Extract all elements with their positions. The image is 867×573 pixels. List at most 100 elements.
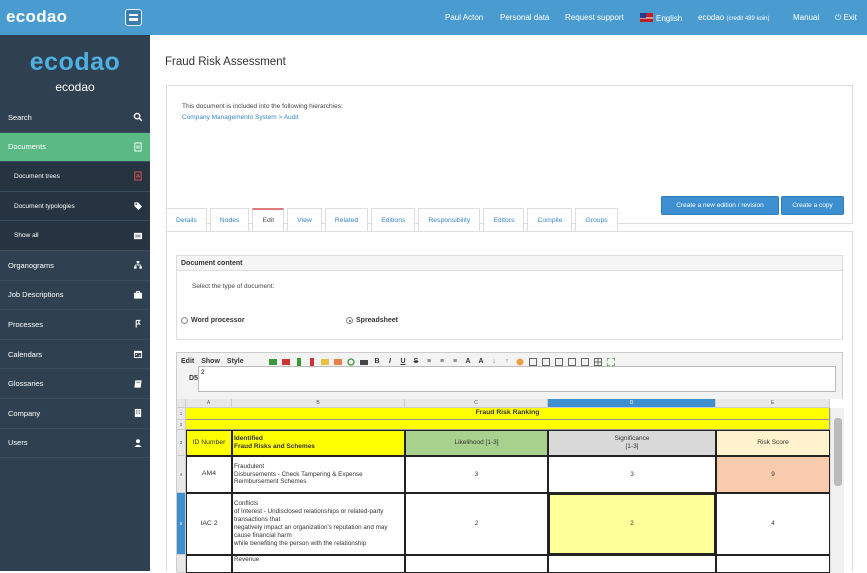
- row-header[interactable]: [177, 555, 186, 573]
- data-cell-risk[interactable]: Revenue: [232, 555, 405, 573]
- border-right-icon[interactable]: [581, 357, 589, 366]
- tab-view[interactable]: View: [287, 208, 322, 231]
- tab-editions[interactable]: Editions: [371, 208, 416, 231]
- tab-compile[interactable]: Compile: [527, 208, 573, 231]
- header-cell-likelihood[interactable]: Likelihood [1-3]: [405, 430, 548, 456]
- border-left-icon[interactable]: [568, 357, 576, 366]
- tab-groups[interactable]: Groups: [575, 208, 618, 231]
- scrollbar-thumb[interactable]: [834, 418, 842, 486]
- fullscreen-icon[interactable]: [607, 357, 615, 366]
- print-icon[interactable]: [360, 358, 368, 366]
- header-cell-id[interactable]: ID Number: [186, 430, 232, 456]
- font-smaller-icon[interactable]: A: [464, 358, 472, 366]
- row-header[interactable]: 1: [177, 408, 186, 420]
- column-header[interactable]: C: [405, 399, 548, 408]
- align-right-icon[interactable]: ≡: [451, 358, 459, 366]
- insert-column-icon[interactable]: [295, 357, 303, 366]
- personal-data-link[interactable]: Personal data: [500, 13, 549, 22]
- tab-details[interactable]: Details: [166, 208, 207, 231]
- hierarchy-link[interactable]: Company Managemento System > Audit: [182, 114, 299, 121]
- data-cell-risk-score[interactable]: 4: [716, 493, 830, 555]
- row-header[interactable]: 2: [177, 420, 186, 430]
- data-cell-likelihood[interactable]: 2: [405, 493, 548, 555]
- menu-style[interactable]: Style: [227, 358, 244, 365]
- request-support-link[interactable]: Request support: [565, 13, 624, 22]
- align-center-icon[interactable]: ≡: [438, 358, 446, 366]
- sort-up-icon[interactable]: ↑: [503, 358, 511, 366]
- sidebar-item-search[interactable]: Search: [0, 103, 150, 133]
- data-cell-significance[interactable]: [548, 555, 716, 573]
- sidebar-item-company[interactable]: Company: [0, 399, 150, 429]
- create-copy-button[interactable]: Create a copy: [781, 196, 844, 215]
- selected-cell[interactable]: 2: [548, 493, 716, 555]
- tab-related[interactable]: Related: [324, 208, 369, 231]
- row-header[interactable]: 5: [177, 493, 186, 555]
- exit-link[interactable]: ⏻ Exit: [835, 13, 857, 23]
- image-icon[interactable]: [334, 358, 342, 366]
- sidebar-item-show-all[interactable]: Show all: [0, 221, 150, 251]
- menu-edit[interactable]: Edit: [181, 358, 194, 365]
- tab-responsibility[interactable]: Responsibility: [418, 208, 481, 231]
- spreadsheet-radio[interactable]: Spreadsheet: [346, 317, 398, 324]
- underline-icon[interactable]: U: [399, 358, 407, 366]
- column-header[interactable]: D: [548, 399, 716, 408]
- column-header[interactable]: A: [186, 399, 232, 408]
- language-selector[interactable]: English: [640, 13, 682, 23]
- user-name-link[interactable]: Paul Acton: [445, 13, 483, 22]
- data-cell-risk-score[interactable]: 9: [716, 456, 830, 493]
- row-header[interactable]: 3: [177, 430, 186, 456]
- color-palette-icon[interactable]: [516, 358, 524, 366]
- data-cell-risk[interactable]: Fraudulent Disbursements - Check Tamperi…: [232, 456, 405, 493]
- refresh-icon[interactable]: [347, 357, 355, 366]
- sidebar-item-glossaries[interactable]: Glossaries: [0, 369, 150, 399]
- header-cell-significance[interactable]: Significance [1-3]: [548, 430, 716, 456]
- font-larger-icon[interactable]: A: [477, 358, 485, 366]
- delete-column-icon[interactable]: [308, 357, 316, 366]
- tab-edit[interactable]: Edit: [252, 208, 285, 231]
- border-top-icon[interactable]: [542, 357, 550, 366]
- sidebar-item-document-typologies[interactable]: Document typologies: [0, 191, 150, 222]
- border-bottom-icon[interactable]: [555, 357, 563, 366]
- sidebar-item-users[interactable]: Users: [0, 429, 150, 459]
- sidebar-item-processes[interactable]: Processes: [0, 310, 150, 340]
- menu-toggle-button[interactable]: [125, 9, 142, 26]
- merge-cells-icon[interactable]: [321, 358, 329, 366]
- menu-show[interactable]: Show: [201, 358, 220, 365]
- align-left-icon[interactable]: ≡: [425, 358, 433, 366]
- header-cell-risks[interactable]: Identified Fraud Risks and Schemes: [232, 430, 405, 456]
- sidebar-item-calendars[interactable]: Calendars: [0, 340, 150, 370]
- tab-nodes[interactable]: Nodes: [209, 208, 250, 231]
- strikethrough-icon[interactable]: S: [412, 358, 420, 366]
- column-header[interactable]: B: [232, 399, 405, 408]
- tab-editors[interactable]: Editors: [483, 208, 525, 231]
- insert-row-icon[interactable]: [269, 358, 277, 366]
- sidebar-item-document-trees[interactable]: Document trees: [0, 162, 150, 192]
- sidebar-item-documents[interactable]: Documents: [0, 132, 150, 163]
- border-grid-icon[interactable]: [594, 357, 602, 366]
- sidebar-item-organograms[interactable]: Organograms: [0, 251, 150, 281]
- data-cell-significance[interactable]: 3: [548, 456, 716, 493]
- data-cell-id[interactable]: IAC 2: [186, 493, 232, 555]
- data-cell-likelihood[interactable]: [405, 555, 548, 573]
- border-all-icon[interactable]: [529, 357, 537, 366]
- manual-link[interactable]: Manual: [793, 13, 819, 22]
- italic-icon[interactable]: I: [386, 358, 394, 366]
- bold-icon[interactable]: B: [373, 358, 381, 366]
- data-cell-id[interactable]: [186, 555, 232, 573]
- column-header[interactable]: E: [716, 399, 830, 408]
- spreadsheet-grid[interactable]: A B C D E 1 2 3 4 5 Fraud Risk Ranking I…: [177, 399, 844, 573]
- new-edition-button[interactable]: Create a new edition / revision: [661, 196, 779, 215]
- sheet-blank-row[interactable]: [186, 420, 830, 430]
- word-processor-radio[interactable]: Word processor: [181, 317, 245, 324]
- data-cell-risk-score[interactable]: [716, 555, 830, 573]
- top-logo[interactable]: ecodao: [6, 7, 67, 27]
- sort-down-icon[interactable]: ↓: [490, 358, 498, 366]
- data-cell-likelihood[interactable]: 3: [405, 456, 548, 493]
- row-header[interactable]: 4: [177, 456, 186, 493]
- data-cell-id[interactable]: AM4: [186, 456, 232, 493]
- sidebar-item-job-descriptions[interactable]: Job Descriptions: [0, 281, 150, 311]
- formula-input[interactable]: 2: [198, 366, 836, 392]
- delete-row-icon[interactable]: [282, 358, 290, 366]
- data-cell-risk[interactable]: Conflicts of Interest - Undisclosed rela…: [232, 493, 405, 555]
- sheet-title-cell[interactable]: Fraud Risk Ranking: [186, 408, 830, 420]
